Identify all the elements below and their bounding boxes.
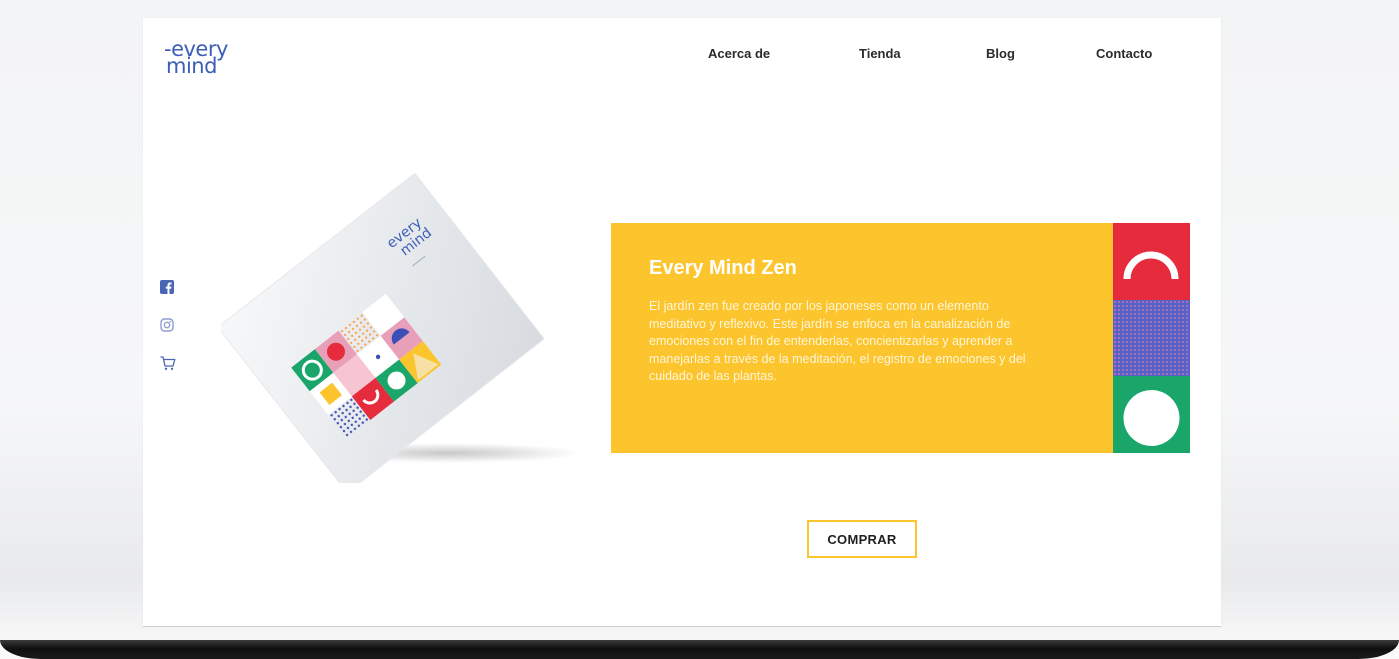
website-screen: -every mind Acerca de Tienda Blog Contac… — [143, 18, 1221, 626]
nav-tienda[interactable]: Tienda — [859, 46, 901, 61]
product-box-image: every mind — [217, 172, 561, 494]
nav-contacto[interactable]: Contacto — [1096, 46, 1152, 61]
screen-bottom-edge — [143, 626, 1221, 627]
swatch-green-circle — [1113, 376, 1190, 453]
pattern-swatches — [1113, 223, 1190, 453]
swatch-blue-pattern — [1113, 300, 1190, 376]
product-title: Every Mind Zen — [649, 257, 797, 279]
facebook-icon[interactable] — [160, 280, 176, 296]
nav-acerca-de[interactable]: Acerca de — [708, 46, 770, 61]
laptop-base — [0, 640, 1399, 659]
nav-blog[interactable]: Blog — [986, 46, 1015, 61]
logo-line-2: mind — [166, 54, 217, 78]
swatch-red-arc — [1113, 223, 1190, 300]
product-info-panel: Every Mind Zen El jardín zen fue creado … — [611, 223, 1113, 453]
cart-icon[interactable] — [160, 356, 176, 372]
product-description: El jardín zen fue creado por los japones… — [649, 299, 1026, 383]
instagram-icon[interactable] — [160, 318, 176, 334]
brand-logo[interactable]: -every mind — [164, 38, 274, 82]
comprar-button[interactable]: COMPRAR — [807, 520, 917, 558]
